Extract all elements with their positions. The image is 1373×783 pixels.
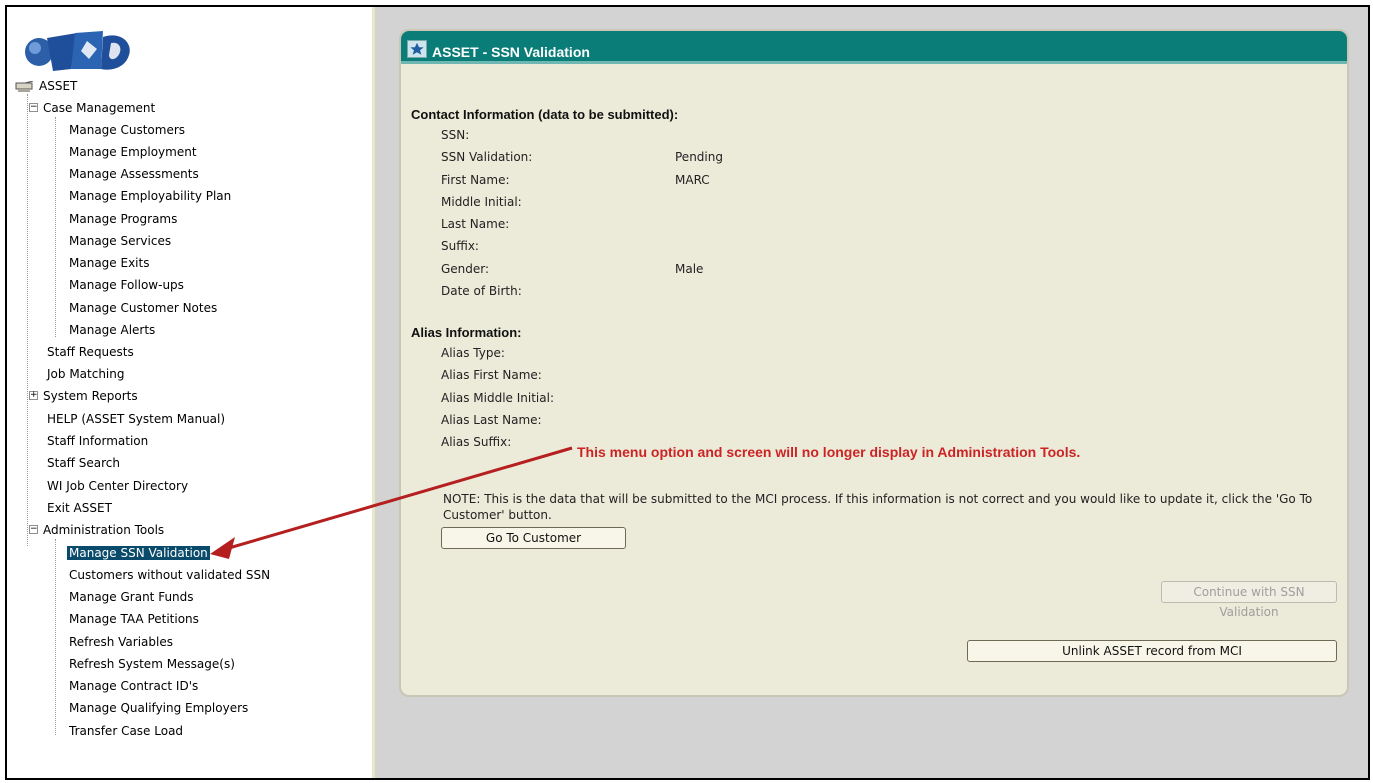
mci-note-text: NOTE: This is the data that will be subm… xyxy=(443,492,1313,522)
collapse-icon[interactable]: − xyxy=(29,103,38,112)
tree-item-help[interactable]: HELP (ASSET System Manual) xyxy=(45,410,227,428)
unlink-asset-record-button[interactable]: Unlink ASSET record from MCI xyxy=(967,640,1337,662)
panel-header: ASSET - SSN Validation xyxy=(401,31,1347,64)
star-icon xyxy=(407,40,427,58)
continue-ssn-validation-button[interactable]: Continue with SSN Validation xyxy=(1161,581,1337,619)
tree-item-manage-taa-petitions[interactable]: Manage TAA Petitions xyxy=(67,610,201,628)
tree-item-manage-contract-ids[interactable]: Manage Contract ID's xyxy=(67,677,200,695)
alias-first-name-label: Alias First Name: xyxy=(441,368,542,382)
contact-section-header: Contact Information (data to be submitte… xyxy=(411,107,679,122)
gender-label: Gender: xyxy=(441,262,490,276)
tree-item-manage-assessments[interactable]: Manage Assessments xyxy=(67,165,201,183)
tree-item-manage-customers[interactable]: Manage Customers xyxy=(67,121,187,139)
case-management-label: Case Management xyxy=(43,101,156,115)
tree-item-manage-alerts[interactable]: Manage Alerts xyxy=(67,321,157,339)
tree-item-refresh-system-messages[interactable]: Refresh System Message(s) xyxy=(67,655,237,673)
tree-connector xyxy=(55,117,56,337)
ssn-label: SSN: xyxy=(441,128,470,142)
tree-item-manage-employability-plan[interactable]: Manage Employability Plan xyxy=(67,187,233,205)
alias-last-name-label: Alias Last Name: xyxy=(441,413,542,427)
tree-item-manage-ssn-validation[interactable]: Manage SSN Validation xyxy=(67,544,210,562)
tree-item-transfer-case-load[interactable]: Transfer Case Load xyxy=(67,722,185,740)
tree-item-refresh-variables[interactable]: Refresh Variables xyxy=(67,633,175,651)
first-name-value: MARC xyxy=(675,173,710,187)
middle-initial-label: Middle Initial: xyxy=(441,195,522,209)
annotation-callout: This menu option and screen will no long… xyxy=(577,444,1081,460)
tree-root-label: ASSET xyxy=(39,79,78,93)
dwd-logo xyxy=(25,31,130,71)
alias-section-header: Alias Information: xyxy=(411,325,522,340)
ssn-validation-panel: ASSET - SSN Validation Contact Informati… xyxy=(399,29,1349,697)
alias-middle-initial-label: Alias Middle Initial: xyxy=(441,391,554,405)
ssn-validation-value: Pending xyxy=(675,150,723,164)
content-area: ASSET - SSN Validation Contact Informati… xyxy=(375,7,1368,778)
tree-root-asset[interactable]: ASSET xyxy=(15,77,79,95)
tree-item-staff-search[interactable]: Staff Search xyxy=(45,454,122,472)
tree-item-manage-qualifying-employers[interactable]: Manage Qualifying Employers xyxy=(67,699,250,717)
tree-item-system-reports[interactable]: + System Reports xyxy=(29,387,140,405)
collapse-icon[interactable]: − xyxy=(29,525,38,534)
last-name-label: Last Name: xyxy=(441,217,510,231)
tree-case-management[interactable]: − Case Management xyxy=(29,99,157,117)
tree-item-manage-programs[interactable]: Manage Programs xyxy=(67,210,179,228)
expand-icon[interactable]: + xyxy=(29,391,38,400)
navigation-sidebar: ASSET − Case Management Manage Customers… xyxy=(7,7,375,778)
suffix-label: Suffix: xyxy=(441,239,479,253)
gender-value: Male xyxy=(675,262,704,276)
tree-administration-tools[interactable]: − Administration Tools xyxy=(29,521,166,539)
tree-connector xyxy=(27,94,28,546)
alias-type-label: Alias Type: xyxy=(441,346,505,360)
tree-item-exit-asset[interactable]: Exit ASSET xyxy=(45,499,114,517)
alias-suffix-label: Alias Suffix: xyxy=(441,435,512,449)
tree-item-manage-follow-ups[interactable]: Manage Follow-ups xyxy=(67,276,186,294)
tree-item-manage-customer-notes[interactable]: Manage Customer Notes xyxy=(67,299,219,317)
tree-item-staff-information[interactable]: Staff Information xyxy=(45,432,150,450)
panel-title: ASSET - SSN Validation xyxy=(432,44,590,60)
go-to-customer-button[interactable]: Go To Customer xyxy=(441,527,626,549)
first-name-label: First Name: xyxy=(441,173,510,187)
ssn-validation-label: SSN Validation: xyxy=(441,150,533,164)
tree-item-manage-employment[interactable]: Manage Employment xyxy=(67,143,199,161)
date-of-birth-label: Date of Birth: xyxy=(441,284,522,298)
tree-item-manage-grant-funds[interactable]: Manage Grant Funds xyxy=(67,588,196,606)
tree-connector xyxy=(55,539,56,735)
computer-icon xyxy=(15,81,34,92)
tree-item-staff-requests[interactable]: Staff Requests xyxy=(45,343,136,361)
tree-item-manage-exits[interactable]: Manage Exits xyxy=(67,254,151,272)
tree-item-job-matching[interactable]: Job Matching xyxy=(45,365,126,383)
tree-item-wi-job-center-directory[interactable]: WI Job Center Directory xyxy=(45,477,190,495)
tree-item-customers-without-validated-ssn[interactable]: Customers without validated SSN xyxy=(67,566,272,584)
screenshot-frame: ASSET − Case Management Manage Customers… xyxy=(5,5,1370,780)
tree-item-manage-services[interactable]: Manage Services xyxy=(67,232,173,250)
